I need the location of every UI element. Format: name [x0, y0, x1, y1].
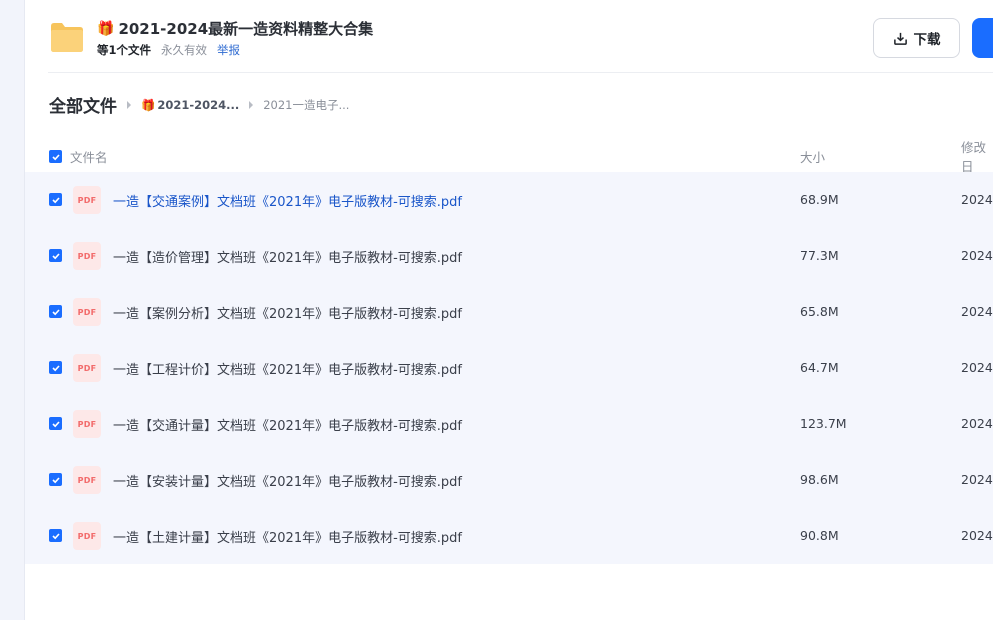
- pdf-icon: PDF: [73, 466, 101, 494]
- left-sidebar-rail: [0, 0, 25, 620]
- breadcrumb-separator-icon: [249, 100, 254, 109]
- file-date: 2024: [961, 472, 993, 487]
- column-header-size[interactable]: 大小: [800, 147, 825, 166]
- file-date: 2024: [961, 192, 993, 207]
- table-row[interactable]: PDF 一造【工程计价】文档班《2021年》电子版教材-可搜索.pdf 64.7M 2…: [25, 340, 993, 396]
- file-size: 98.6M: [800, 472, 839, 487]
- file-size: 68.9M: [800, 192, 839, 207]
- breadcrumb-separator-icon: [127, 100, 131, 109]
- row-checkbox[interactable]: [49, 417, 62, 430]
- breadcrumb-item-label: 2021一造电子...: [263, 97, 350, 112]
- file-name[interactable]: 一造【土建计量】文档班《2021年》电子版教材-可搜索.pdf: [113, 527, 462, 546]
- pdf-icon: PDF: [73, 186, 101, 214]
- row-checkbox[interactable]: [49, 361, 62, 374]
- pdf-icon: PDF: [73, 522, 101, 550]
- table-row[interactable]: PDF 一造【土建计量】文档班《2021年》电子版教材-可搜索.pdf 90.8M 2…: [25, 508, 993, 564]
- file-name[interactable]: 一造【交通案例】文档班《2021年》电子版教材-可搜索.pdf: [113, 191, 462, 210]
- share-meta: 等1个文件 永久有效 举报: [97, 42, 240, 58]
- file-date: 2024: [961, 304, 993, 319]
- breadcrumb-item-label: 2021-2024...: [157, 97, 240, 112]
- file-name[interactable]: 一造【案例分析】文档班《2021年》电子版教材-可搜索.pdf: [113, 303, 462, 322]
- table-row[interactable]: PDF 一造【交通案例】文档班《2021年》电子版教材-可搜索.pdf 68.9M 2…: [25, 172, 993, 228]
- file-date: 2024: [961, 360, 993, 375]
- download-label: 下载: [913, 32, 941, 48]
- breadcrumb-root[interactable]: 全部文件: [49, 92, 117, 117]
- folder-icon: [51, 23, 83, 52]
- table-header: 文件名 大小 修改日: [25, 137, 993, 175]
- check-icon: [51, 252, 60, 259]
- share-title: 2021-2024最新一造资料精整大合集: [118, 20, 374, 38]
- row-checkbox[interactable]: [49, 193, 62, 206]
- file-size: 123.7M: [800, 416, 847, 431]
- gift-icon: 🎁: [97, 20, 115, 37]
- table-row[interactable]: PDF 一造【案例分析】文档班《2021年》电子版教材-可搜索.pdf 65.8M 2…: [25, 284, 993, 340]
- file-count: 等1个文件: [97, 43, 152, 57]
- check-icon: [51, 308, 60, 315]
- column-header-date[interactable]: 修改日: [961, 137, 993, 175]
- file-size: 90.8M: [800, 528, 839, 543]
- file-name[interactable]: 一造【造价管理】文档班《2021年》电子版教材-可搜索.pdf: [113, 247, 462, 266]
- file-size: 65.8M: [800, 304, 839, 319]
- table-row[interactable]: PDF 一造【造价管理】文档班《2021年》电子版教材-可搜索.pdf 77.3M 2…: [25, 228, 993, 284]
- pdf-icon: PDF: [73, 242, 101, 270]
- header-divider: [48, 72, 993, 73]
- breadcrumb-current: 2021一造电子...: [263, 97, 349, 113]
- validity-text: 永久有效: [161, 43, 208, 57]
- breadcrumb-item[interactable]: 🎁 2021-2024...: [141, 98, 239, 112]
- check-icon: [51, 420, 60, 427]
- file-name[interactable]: 一造【工程计价】文档班《2021年》电子版教材-可搜索.pdf: [113, 359, 462, 378]
- file-date: 2024: [961, 416, 993, 431]
- table-row[interactable]: PDF 一造【交通计量】文档班《2021年》电子版教材-可搜索.pdf 123.7M…: [25, 396, 993, 452]
- select-all-checkbox[interactable]: [49, 150, 62, 163]
- row-checkbox[interactable]: [49, 305, 62, 318]
- row-checkbox[interactable]: [49, 473, 62, 486]
- row-checkbox[interactable]: [49, 529, 62, 542]
- breadcrumb: 全部文件 🎁 2021-2024... 2021一造电子...: [49, 92, 349, 117]
- file-size: 64.7M: [800, 360, 839, 375]
- share-header: 🎁 2021-2024最新一造资料精整大合集 等1个文件 永久有效 举报 下载: [25, 0, 993, 73]
- gift-icon: 🎁: [141, 97, 156, 112]
- file-name[interactable]: 一造【安装计量】文档班《2021年》电子版教材-可搜索.pdf: [113, 471, 462, 490]
- check-icon: [51, 476, 60, 483]
- check-icon: [51, 153, 60, 160]
- column-header-name[interactable]: 文件名: [70, 147, 108, 166]
- file-name[interactable]: 一造【交通计量】文档班《2021年》电子版教材-可搜索.pdf: [113, 415, 462, 434]
- check-icon: [51, 364, 60, 371]
- download-button[interactable]: 下载: [873, 18, 960, 58]
- file-size: 77.3M: [800, 248, 839, 263]
- pdf-icon: PDF: [73, 298, 101, 326]
- pdf-icon: PDF: [73, 354, 101, 382]
- check-icon: [51, 532, 60, 539]
- file-list: PDF 一造【交通案例】文档班《2021年》电子版教材-可搜索.pdf 68.9M 2…: [25, 172, 993, 564]
- row-checkbox[interactable]: [49, 249, 62, 262]
- share-title-row: 🎁 2021-2024最新一造资料精整大合集: [97, 18, 373, 39]
- download-icon: [893, 32, 907, 45]
- file-date: 2024: [961, 528, 993, 543]
- report-link[interactable]: 举报: [217, 42, 240, 58]
- check-icon: [51, 196, 60, 203]
- pdf-icon: PDF: [73, 410, 101, 438]
- table-row[interactable]: PDF 一造【安装计量】文档班《2021年》电子版教材-可搜索.pdf 98.6M 2…: [25, 452, 993, 508]
- save-to-drive-button[interactable]: [972, 18, 993, 58]
- file-date: 2024: [961, 248, 993, 263]
